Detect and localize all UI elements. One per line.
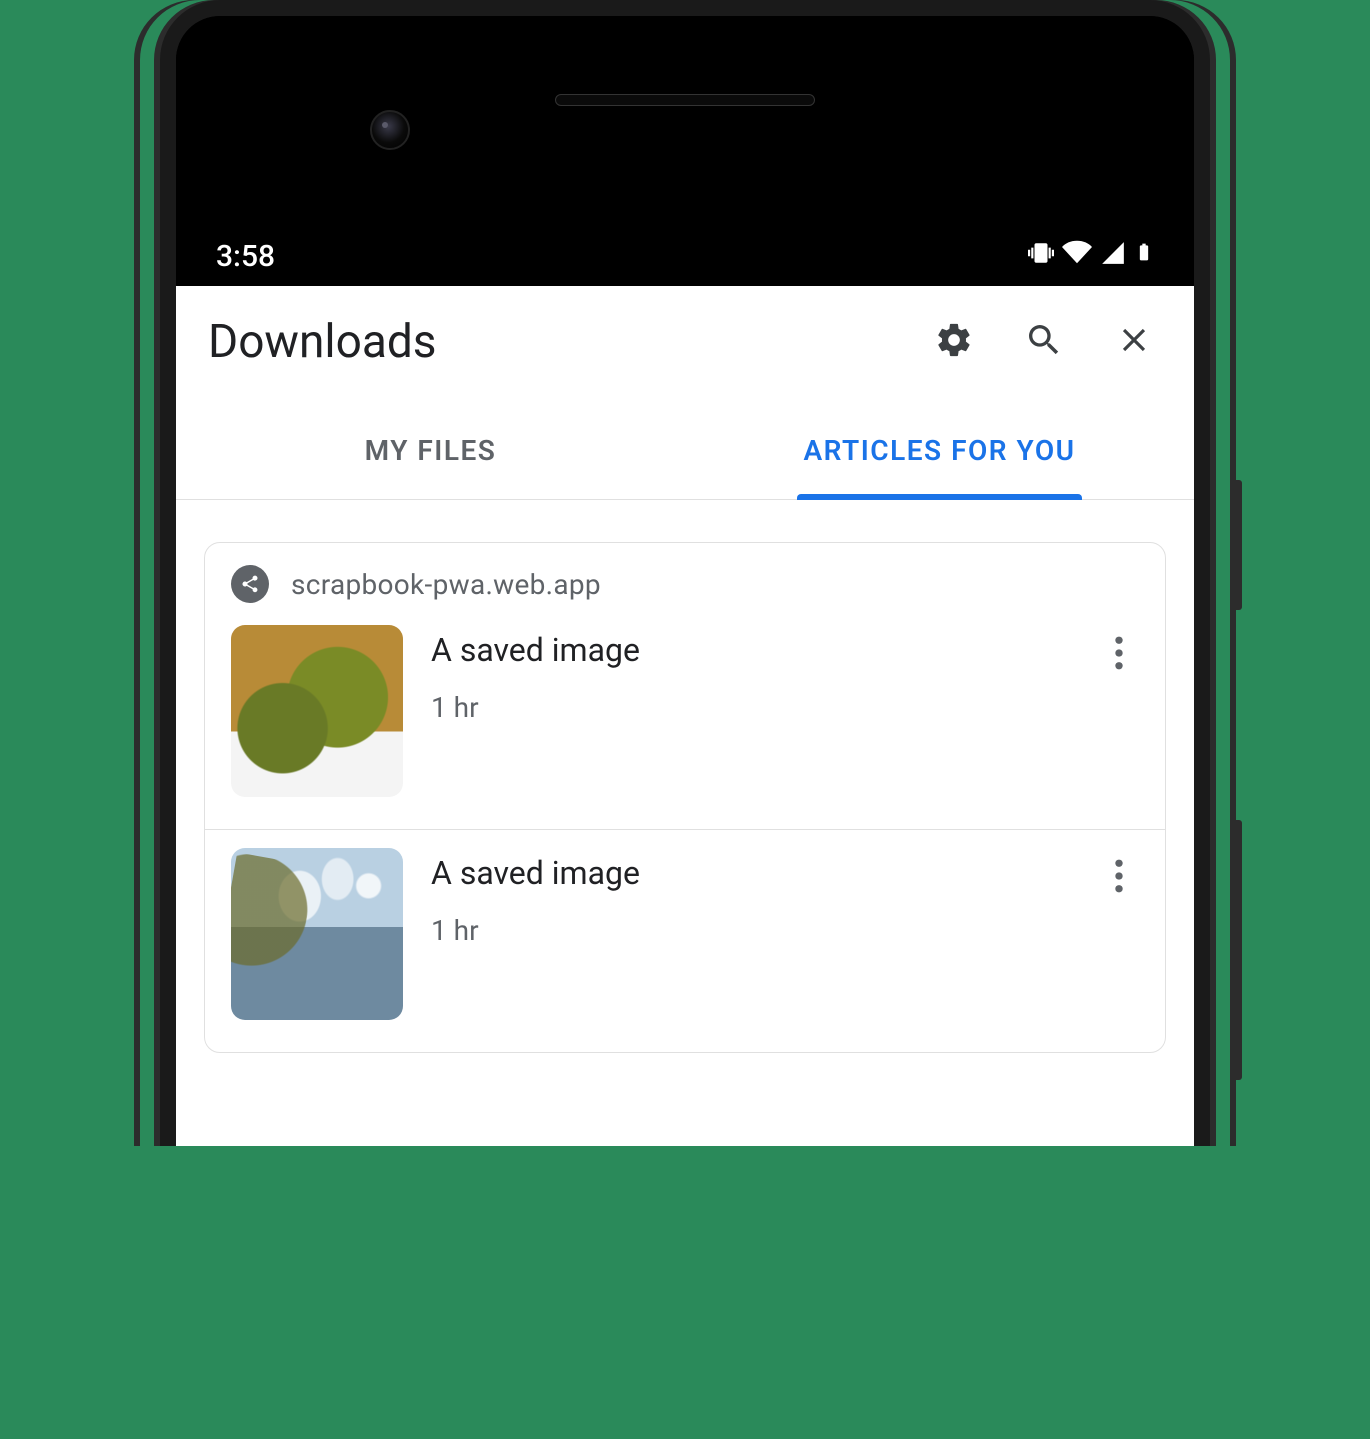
more-vert-icon [1114,636,1124,674]
item-body: A saved image 1 hr [431,625,1139,797]
device-speaker [555,94,815,106]
list-item[interactable]: A saved image 1 hr [205,607,1165,829]
status-bar: 3:58 [176,226,1194,286]
tab-bar: MY FILES ARTICLES FOR YOU [176,402,1194,500]
device-frame: 3:58 Downloads [160,0,1210,1146]
tab-label: MY FILES [365,434,497,467]
device-volume-button [1230,820,1242,1080]
item-thumbnail [231,848,403,1020]
status-time: 3:58 [216,239,275,274]
source-card: scrapbook-pwa.web.app A saved image 1 hr [204,542,1166,1053]
card-source-url: scrapbook-pwa.web.app [291,568,601,601]
search-button[interactable] [1012,310,1076,374]
tab-my-files[interactable]: MY FILES [176,402,685,499]
item-title: A saved image [431,631,1139,669]
item-time: 1 hr [431,914,1139,947]
share-icon [231,565,269,603]
tab-articles-for-you[interactable]: ARTICLES FOR YOU [685,402,1194,499]
tab-label: ARTICLES FOR YOU [803,434,1075,467]
list-item[interactable]: A saved image 1 hr [205,829,1165,1052]
device-screen: 3:58 Downloads [176,16,1194,1146]
status-icons [1028,237,1154,275]
battery-icon [1134,238,1154,274]
settings-icon [934,320,974,364]
device-power-button [1230,480,1242,610]
settings-button[interactable] [922,310,986,374]
item-thumbnail [231,625,403,797]
item-more-button[interactable] [1099,858,1139,898]
device-camera [370,110,410,150]
wifi-icon [1062,237,1092,275]
close-button[interactable] [1102,310,1166,374]
cell-icon [1100,239,1126,274]
close-icon [1115,321,1153,363]
search-icon [1024,320,1064,364]
content-area: scrapbook-pwa.web.app A saved image 1 hr [176,500,1194,1053]
item-title: A saved image [431,854,1139,892]
page-title: Downloads [208,315,437,369]
device-bezel [176,16,1194,226]
app-screen: Downloads [176,286,1194,1146]
app-bar: Downloads [176,286,1194,398]
vibrate-icon [1028,239,1054,274]
item-time: 1 hr [431,691,1139,724]
more-vert-icon [1114,859,1124,897]
item-more-button[interactable] [1099,635,1139,675]
card-header: scrapbook-pwa.web.app [205,543,1165,607]
item-body: A saved image 1 hr [431,848,1139,1020]
